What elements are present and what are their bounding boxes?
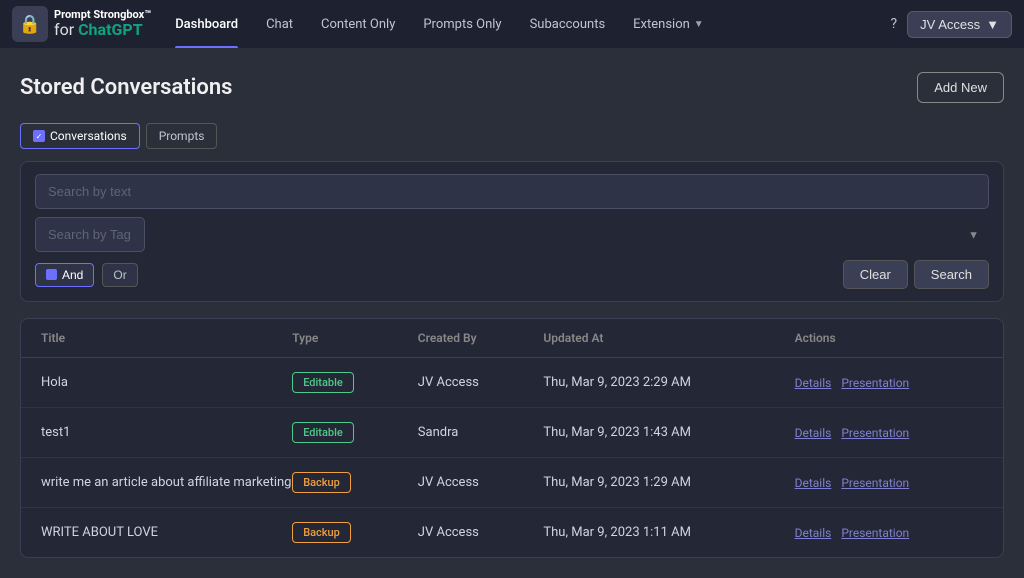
details-link[interactable]: Details — [795, 376, 832, 390]
row-created-by: JV Access — [418, 475, 544, 490]
row-type: Editable — [292, 372, 418, 393]
search-area: Search by Tag ▼ And Or Clear Search — [20, 161, 1004, 302]
table-row: write me an article about affiliate mark… — [21, 458, 1003, 508]
nav-item-dashboard[interactable]: Dashboard — [161, 0, 252, 48]
nav-logo[interactable]: 🔒 Prompt Strongbox™ for ChatGPT — [12, 6, 151, 42]
details-link[interactable]: Details — [795, 526, 832, 540]
navbar: 🔒 Prompt Strongbox™ for ChatGPT Dashboar… — [0, 0, 1024, 48]
row-created-by: Sandra — [418, 425, 544, 440]
search-text-input[interactable] — [35, 174, 989, 209]
clear-button[interactable]: Clear — [843, 260, 908, 289]
row-title: WRITE ABOUT LOVE — [41, 525, 292, 540]
type-badge: Backup — [292, 472, 351, 493]
presentation-link[interactable]: Presentation — [841, 476, 909, 490]
nav-item-content-only[interactable]: Content Only — [307, 0, 409, 48]
row-actions: Details Presentation — [795, 426, 983, 440]
presentation-link[interactable]: Presentation — [841, 526, 909, 540]
col-title: Title — [41, 331, 292, 345]
brand-name-text: Prompt Strongbox™ — [54, 8, 151, 21]
table-rows: Hola Editable JV Access Thu, Mar 9, 2023… — [21, 358, 1003, 557]
tab-conversations[interactable]: ✓ Conversations — [20, 123, 140, 149]
row-actions: Details Presentation — [795, 376, 983, 390]
row-type: Backup — [292, 472, 418, 493]
nav-item-prompts-only[interactable]: Prompts Only — [409, 0, 515, 48]
row-updated-at: Thu, Mar 9, 2023 1:11 AM — [543, 525, 794, 540]
nav-help-button[interactable]: ? — [881, 0, 908, 48]
row-type: Backup — [292, 522, 418, 543]
col-updated-at: Updated At — [543, 331, 794, 345]
tag-search-row: Search by Tag ▼ — [35, 217, 989, 252]
table-header: Title Type Created By Updated At Actions — [21, 319, 1003, 358]
add-new-button[interactable]: Add New — [917, 72, 1004, 103]
type-badge: Backup — [292, 522, 351, 543]
tag-select-arrow-icon: ▼ — [968, 228, 979, 241]
row-created-by: JV Access — [418, 525, 544, 540]
access-arrow-icon: ▼ — [986, 17, 999, 32]
nav-item-extension[interactable]: Extension ▼ — [619, 0, 718, 48]
col-actions: Actions — [795, 331, 983, 345]
row-updated-at: Thu, Mar 9, 2023 1:29 AM — [543, 475, 794, 490]
type-badge: Editable — [292, 422, 354, 443]
row-title: test1 — [41, 425, 292, 440]
table-row: WRITE ABOUT LOVE Backup JV Access Thu, M… — [21, 508, 1003, 557]
conversations-table: Title Type Created By Updated At Actions… — [20, 318, 1004, 558]
nav-items: Dashboard Chat Content Only Prompts Only… — [161, 0, 718, 48]
row-updated-at: Thu, Mar 9, 2023 1:43 AM — [543, 425, 794, 440]
filter-logic-row: And Or Clear Search — [35, 260, 989, 289]
presentation-link[interactable]: Presentation — [841, 376, 909, 390]
main-content: Stored Conversations Add New ✓ Conversat… — [0, 48, 1024, 578]
details-link[interactable]: Details — [795, 476, 832, 490]
presentation-link[interactable]: Presentation — [841, 426, 909, 440]
nav-item-subaccounts[interactable]: Subaccounts — [516, 0, 620, 48]
row-title: Hola — [41, 375, 292, 390]
nav-item-chat[interactable]: Chat — [252, 0, 307, 48]
tag-select[interactable]: Search by Tag — [35, 217, 145, 252]
logic-or-button[interactable]: Or — [102, 263, 137, 287]
row-actions: Details Presentation — [795, 526, 983, 540]
conversations-tab-icon: ✓ — [33, 130, 45, 142]
search-button[interactable]: Search — [914, 260, 989, 289]
brand-sub: for ChatGPT — [54, 21, 151, 39]
details-link[interactable]: Details — [795, 426, 832, 440]
col-type: Type — [292, 331, 418, 345]
chatgpt-label: ChatGPT — [78, 20, 143, 39]
logo-icon: 🔒 — [12, 6, 48, 42]
logic-and-button[interactable]: And — [35, 263, 94, 287]
logo-text: Prompt Strongbox™ for ChatGPT — [54, 9, 151, 39]
filter-actions: Clear Search — [843, 260, 989, 289]
row-actions: Details Presentation — [795, 476, 983, 490]
extension-arrow-icon: ▼ — [694, 19, 704, 30]
row-title: write me an article about affiliate mark… — [41, 475, 292, 490]
filter-tabs: ✓ Conversations Prompts — [20, 123, 1004, 149]
row-type: Editable — [292, 422, 418, 443]
table-row: Hola Editable JV Access Thu, Mar 9, 2023… — [21, 358, 1003, 408]
col-created-by: Created By — [418, 331, 544, 345]
table-row: test1 Editable Sandra Thu, Mar 9, 2023 1… — [21, 408, 1003, 458]
type-badge: Editable — [292, 372, 354, 393]
row-updated-at: Thu, Mar 9, 2023 2:29 AM — [543, 375, 794, 390]
row-created-by: JV Access — [418, 375, 544, 390]
nav-access-button[interactable]: JV Access ▼ — [907, 11, 1012, 38]
tag-select-wrapper: Search by Tag ▼ — [35, 217, 989, 252]
page-title: Stored Conversations — [20, 75, 232, 100]
page-header: Stored Conversations Add New — [20, 72, 1004, 103]
tab-prompts[interactable]: Prompts — [146, 123, 218, 149]
and-icon — [46, 269, 57, 280]
